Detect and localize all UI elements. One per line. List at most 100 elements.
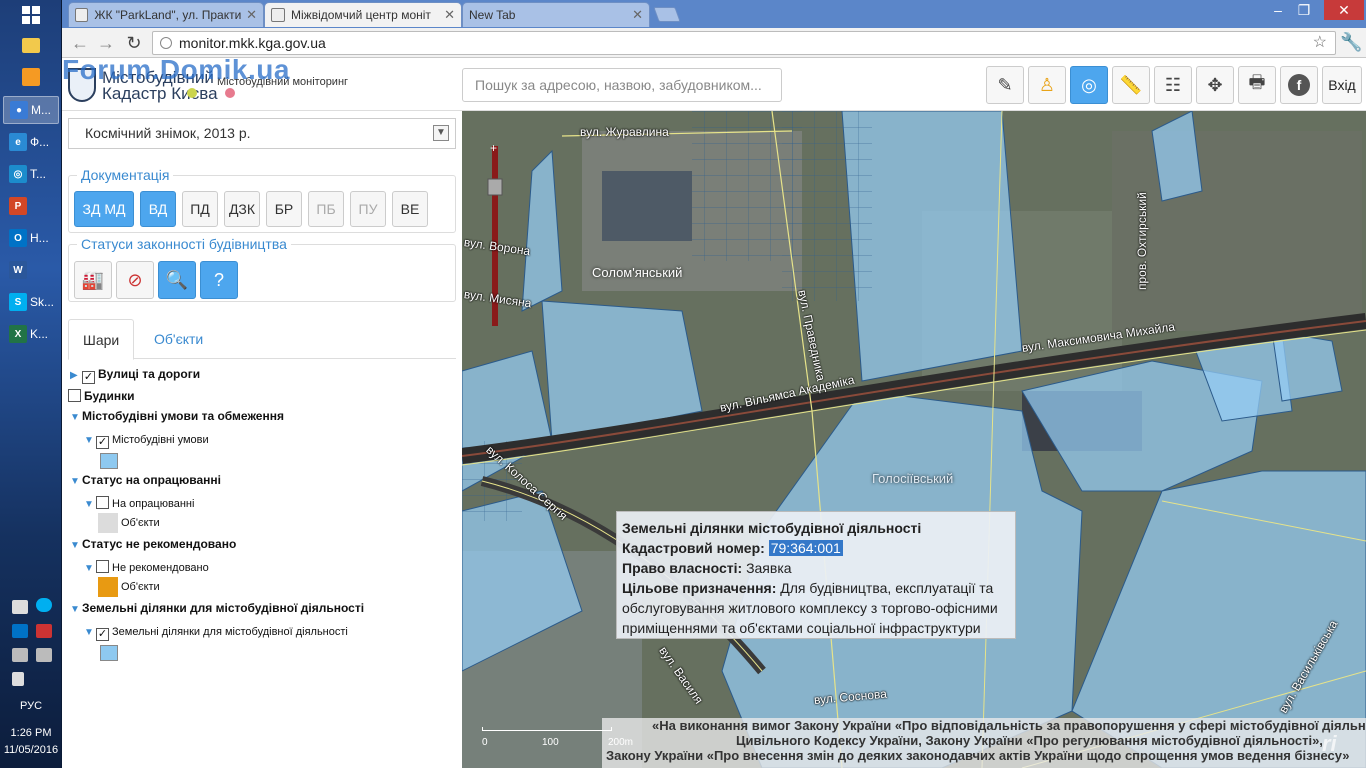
new-tab-button[interactable]	[653, 7, 681, 22]
address-bar[interactable]: monitor.mkk.kga.gov.ua ☆	[152, 31, 1336, 55]
map-canvas	[462, 111, 1366, 768]
close-window-button[interactable]: ✕	[1324, 0, 1364, 20]
taskbar-app-word[interactable]: W	[3, 256, 59, 284]
tab-objects[interactable]: Об'єкти	[140, 319, 217, 360]
printer-icon: 🖶	[1248, 72, 1266, 92]
map-attribution: «На виконання вимог Закону України «Про …	[602, 718, 1366, 768]
close-tab-icon[interactable]: ✕	[444, 7, 455, 23]
doc-button-pu[interactable]: ПУ	[350, 191, 386, 227]
layer-group-processing[interactable]: ▼ Статус на опрацюванні	[70, 473, 221, 487]
legend-swatch-light-blue	[100, 645, 118, 661]
layer-processing[interactable]: ▼ На опрацюванні	[84, 496, 194, 510]
close-tab-icon[interactable]: ✕	[632, 7, 643, 23]
layer-not-recommended[interactable]: ▼ Не рекомендовано	[84, 560, 209, 574]
checkbox-urban-conditions[interactable]: ✓	[96, 436, 109, 449]
doc-button-zd-md[interactable]: ЗД МД	[74, 191, 134, 227]
checkbox-streets[interactable]: ✓	[82, 371, 95, 384]
status-legal-button[interactable]: 🏭	[74, 261, 112, 299]
browser-tab-monitor[interactable]: Міжвідомчий центр моніт ✕	[264, 2, 462, 27]
checkbox-not-recommended[interactable]	[96, 560, 109, 573]
language-indicator[interactable]: РУС	[0, 700, 62, 712]
zoom-slider[interactable]	[488, 179, 502, 195]
skype-tray-icon[interactable]	[36, 598, 52, 612]
taskbar-app-ie[interactable]: e Ф...	[3, 128, 59, 156]
start-button[interactable]	[22, 6, 40, 24]
outlook-tray-icon[interactable]	[12, 624, 28, 638]
mail-tray-icon[interactable]	[12, 600, 28, 614]
full-extent-button[interactable]: ✥	[1196, 66, 1234, 104]
tab-layers[interactable]: Шари	[68, 319, 135, 360]
reload-button[interactable]: ↻	[122, 32, 146, 54]
status-question-button[interactable]: ?	[200, 261, 238, 299]
file-explorer-pin[interactable]	[22, 38, 40, 53]
doc-button-pb[interactable]: ПБ	[308, 191, 344, 227]
clock-time[interactable]: 1:26 PM	[0, 727, 62, 739]
layers-tool-button[interactable]: ☷	[1154, 66, 1192, 104]
taskbar-app-excel[interactable]: X K...	[3, 320, 59, 348]
forward-button[interactable]: →	[94, 32, 118, 54]
taskbar-app-skype[interactable]: S Sk...	[3, 288, 59, 316]
store-pin[interactable]	[22, 68, 40, 86]
taskbar-app-powerpoint[interactable]: P	[3, 192, 59, 220]
street-view-button[interactable]: ♙	[1028, 66, 1066, 104]
cadastral-number[interactable]: 79:364:001	[768, 540, 843, 556]
windows-logo-icon	[22, 6, 40, 24]
print-button[interactable]: 🖶	[1238, 66, 1276, 104]
back-button[interactable]: ←	[68, 32, 92, 54]
map-view[interactable]: + вул. Журавлина вул. Ворона вул. Мисяна…	[462, 111, 1366, 768]
status-illegal-button[interactable]: ⊘	[116, 261, 154, 299]
measure-tool-button[interactable]: 📏	[1112, 66, 1150, 104]
layer-group-urban-conditions[interactable]: ▼ Містобудівні умови та обмеження	[70, 409, 284, 423]
layer-streets[interactable]: ▶ ✓ Вулиці та дороги	[70, 367, 200, 384]
sliders-icon: ☷	[1164, 74, 1182, 95]
logo-dot-pink	[225, 88, 235, 98]
clock-date[interactable]: 11/05/2016	[0, 744, 62, 756]
app-header: Містобудівний Кадастр Києва Містобудівни…	[62, 54, 1366, 111]
settings-wrench-icon[interactable]: 🔧	[1340, 32, 1362, 53]
browser-tab-parkland[interactable]: ЖК "ParkLand", ул. Практи ✕	[68, 2, 264, 27]
legend-swatch-gray	[98, 513, 118, 533]
doc-buttons: ЗД МД ВД ПД ДЗК БР ПБ ПУ ВЕ	[68, 177, 456, 237]
search-input[interactable]: Пошук за адресою, назвою, забудовником..…	[462, 68, 782, 102]
chevron-down-icon: ▼	[84, 563, 94, 574]
identify-tool-button[interactable]: ◎	[1070, 66, 1108, 104]
status-search-button[interactable]: 🔍	[158, 261, 196, 299]
layer-land-plots[interactable]: ▼ ✓ Земельні ділянки для містобудівної дія…	[84, 624, 348, 641]
basemap-select[interactable]: Космічний знімок, 2013 р. ▼	[68, 118, 456, 149]
ruler-icon: 📏	[1119, 74, 1143, 95]
checkbox-processing[interactable]	[96, 496, 109, 509]
taskbar-app-browser[interactable]: ◎ T...	[3, 160, 59, 188]
doc-button-dzk[interactable]: ДЗК	[224, 191, 260, 227]
zoom-in-icon[interactable]: +	[490, 141, 497, 155]
browser-tab-newtab[interactable]: New Tab ✕	[462, 2, 650, 27]
doc-button-vd[interactable]: ВД	[140, 191, 176, 227]
layer-group-land-plots[interactable]: ▼ Земельні ділянки для містобудівної діял…	[70, 601, 364, 615]
page-info-icon[interactable]	[160, 37, 172, 49]
layer-group-not-recommended[interactable]: ▼ Статус не рекомендовано	[70, 537, 236, 551]
pegman-icon: ♙	[1038, 74, 1056, 95]
shield-tray-icon[interactable]	[36, 624, 52, 638]
taskbar-app-outlook[interactable]: O H...	[3, 224, 59, 252]
legality-buttons: 🏭 ⊘ 🔍 ?	[68, 247, 456, 307]
checkbox-land-plots[interactable]: ✓	[96, 628, 109, 641]
login-button[interactable]: Вхід	[1322, 66, 1362, 104]
volume-tray-icon[interactable]	[12, 672, 24, 686]
excel-icon: X	[9, 325, 27, 343]
checkbox-buildings[interactable]	[68, 389, 81, 402]
network-tray-icon[interactable]	[36, 648, 52, 662]
taskbar-app-chrome[interactable]: ● M...	[3, 96, 59, 124]
facebook-button[interactable]: f	[1280, 66, 1318, 104]
maximize-button[interactable]: ❐	[1288, 0, 1320, 20]
chevron-down-icon: ▼	[84, 499, 94, 510]
layer-buildings[interactable]: Будинки	[68, 389, 134, 403]
doc-button-ve[interactable]: ВЕ	[392, 191, 428, 227]
legend-swatch-orange	[98, 577, 118, 597]
power-tray-icon[interactable]	[12, 648, 28, 662]
bookmark-star-icon[interactable]: ☆	[1313, 32, 1327, 54]
doc-button-br[interactable]: БР	[266, 191, 302, 227]
close-tab-icon[interactable]: ✕	[246, 7, 257, 23]
doc-button-pd[interactable]: ПД	[182, 191, 218, 227]
legend-label-processing-objects: Об'єкти	[121, 517, 160, 529]
edit-tool-button[interactable]: ✎	[986, 66, 1024, 104]
layer-urban-conditions[interactable]: ▼ ✓ Містобудівні умови	[84, 432, 209, 449]
